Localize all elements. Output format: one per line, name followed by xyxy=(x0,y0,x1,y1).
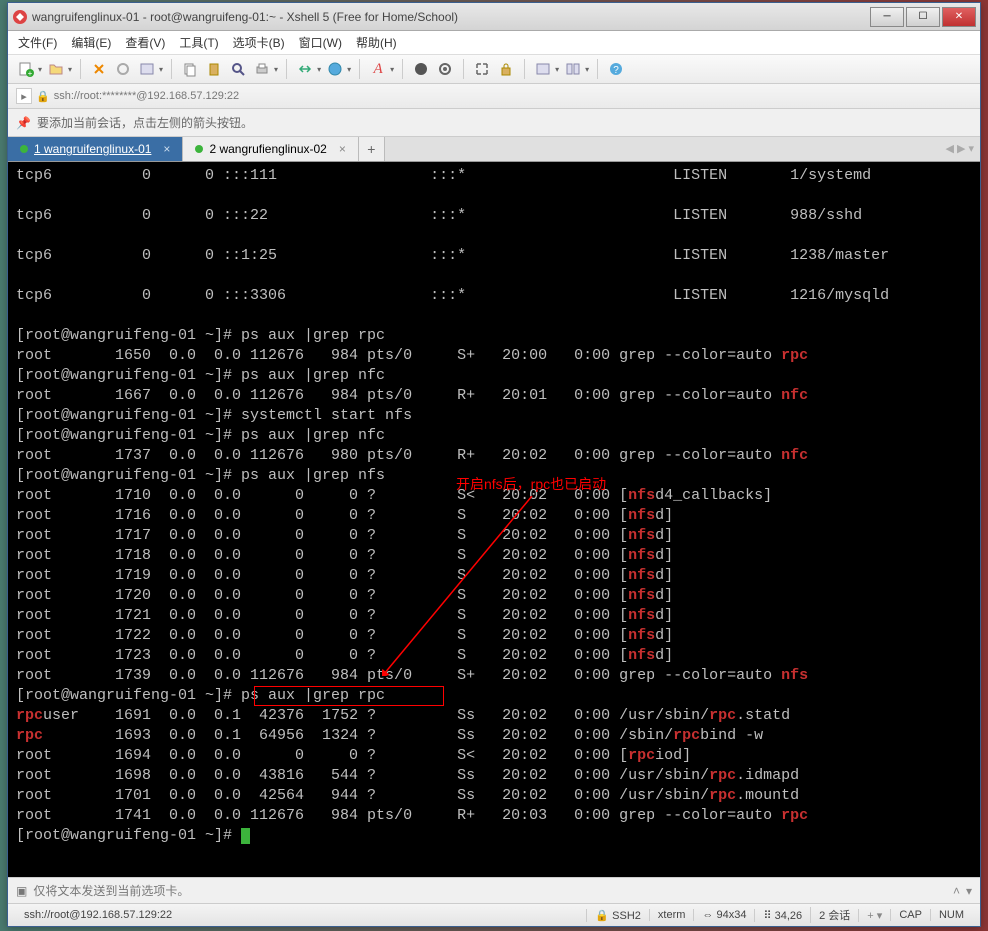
tile-icon[interactable] xyxy=(563,59,583,79)
paste-icon[interactable] xyxy=(204,59,224,79)
annotation-text: 开启nfs后，rpc也已启动 xyxy=(456,474,606,494)
annotation-arrow xyxy=(382,496,552,676)
tab-label: 1 wangruifenglinux-01 xyxy=(34,142,151,156)
annotation-box xyxy=(254,686,444,706)
status-term: xterm xyxy=(649,909,694,921)
menu-help[interactable]: 帮助(H) xyxy=(356,34,397,51)
transfer-icon[interactable] xyxy=(295,59,315,79)
status-sessions: 2 会话 xyxy=(810,907,858,923)
compose-bar[interactable]: ▣ 仅将文本发送到当前选项卡。 ˄ ▾ xyxy=(8,877,980,903)
dropdown-arrow-icon[interactable]: ▾ xyxy=(38,65,42,74)
maximize-button[interactable]: ☐ xyxy=(906,7,940,27)
tab-session-2[interactable]: 2 wangrufienglinux-02 × xyxy=(183,137,358,161)
reconnect-icon[interactable] xyxy=(89,59,109,79)
menu-tools[interactable]: 工具(T) xyxy=(179,34,218,51)
addressbar-text: ssh://root:********@192.168.57.129:22 xyxy=(54,90,239,102)
status-dot-icon xyxy=(20,145,28,153)
chevron-up-icon[interactable]: ˄ xyxy=(953,884,960,898)
menubar: 文件(F) 编辑(E) 查看(V) 工具(T) 选项卡(B) 窗口(W) 帮助(… xyxy=(8,31,980,55)
terminal[interactable]: tcp6 0 0 :::111 :::* LISTEN 1/systemd tc… xyxy=(8,162,980,877)
fullscreen-icon[interactable] xyxy=(472,59,492,79)
svg-text:?: ? xyxy=(613,65,619,76)
status-plus[interactable]: + ▾ xyxy=(858,909,890,922)
addressbar-add-icon[interactable]: ▸ xyxy=(16,88,32,104)
hintbar: 📌 要添加当前会话，点击左侧的箭头按钮。 xyxy=(8,109,980,137)
minimize-button[interactable]: ─ xyxy=(870,7,904,27)
close-icon[interactable]: × xyxy=(163,142,170,156)
new-session-icon[interactable]: + xyxy=(16,59,36,79)
tab-session-1[interactable]: 1 wangruifenglinux-01 × xyxy=(8,137,183,161)
pin-icon[interactable]: 📌 xyxy=(16,116,31,130)
dropdown-arrow-icon[interactable]: ▾ xyxy=(347,65,351,74)
app-icon xyxy=(12,9,28,25)
dropdown-arrow-icon[interactable]: ▾ xyxy=(274,65,278,74)
dropdown-arrow-icon[interactable]: ▾ xyxy=(159,65,163,74)
window-title: wangruifenglinux-01 - root@wangruifeng-0… xyxy=(32,10,868,24)
close-icon[interactable]: × xyxy=(339,142,346,156)
status-size: ⇔ 94x34 xyxy=(693,909,754,921)
find-icon[interactable] xyxy=(228,59,248,79)
dropdown-arrow-icon[interactable]: ▾ xyxy=(390,65,394,74)
open-icon[interactable] xyxy=(46,59,66,79)
dropdown-arrow-icon[interactable]: ▾ xyxy=(555,65,559,74)
menu-file[interactable]: 文件(F) xyxy=(18,34,57,51)
status-num: NUM xyxy=(930,909,972,921)
dropdown-arrow-icon[interactable]: ▾ xyxy=(317,65,321,74)
menu-window[interactable]: 窗口(W) xyxy=(299,34,342,51)
send-icon[interactable]: ▣ xyxy=(16,884,27,898)
addressbar[interactable]: ▸ 🔒 ssh://root:********@192.168.57.129:2… xyxy=(8,84,980,109)
status-connection: ssh://root@192.168.57.129:22 xyxy=(16,909,586,921)
layout-icon[interactable] xyxy=(533,59,553,79)
toolbar: +▾ ▾ ▾ ▾ ▾ ▾ A▾ ▾ ▾ xyxy=(8,55,980,84)
titlebar[interactable]: wangruifenglinux-01 - root@wangruifeng-0… xyxy=(8,3,980,31)
copy-icon[interactable] xyxy=(180,59,200,79)
tab-strip: 1 wangruifenglinux-01 × 2 wangrufienglin… xyxy=(8,137,980,162)
help-icon[interactable]: ? xyxy=(606,59,626,79)
close-button[interactable]: ✕ xyxy=(942,7,976,27)
menu-view[interactable]: 查看(V) xyxy=(125,34,165,51)
script-icon[interactable] xyxy=(411,59,431,79)
lock-icon: 🔒 xyxy=(36,90,50,103)
statusbar: ssh://root@192.168.57.129:22 🔒 SSH2 xter… xyxy=(8,903,980,926)
gear-icon[interactable] xyxy=(435,59,455,79)
status-ssh: 🔒 SSH2 xyxy=(586,909,649,922)
compose-hint: 仅将文本发送到当前选项卡。 xyxy=(33,882,189,899)
app-window: wangruifenglinux-01 - root@wangruifeng-0… xyxy=(7,2,981,927)
status-cap: CAP xyxy=(890,909,930,921)
globe-icon[interactable] xyxy=(325,59,345,79)
dropdown-arrow-icon[interactable]: ▾ xyxy=(68,65,72,74)
lock-icon[interactable] xyxy=(496,59,516,79)
dropdown-arrow-icon[interactable]: ▾ xyxy=(585,65,589,74)
menu-edit[interactable]: 编辑(E) xyxy=(71,34,111,51)
status-dot-icon xyxy=(195,145,203,153)
properties-icon[interactable] xyxy=(137,59,157,79)
tab-nav[interactable]: ◀ ▶ ▾ xyxy=(945,142,974,155)
menu-tabs[interactable]: 选项卡(B) xyxy=(233,34,285,51)
font-icon[interactable]: A xyxy=(368,59,388,79)
print-icon[interactable] xyxy=(252,59,272,79)
status-pos: ⠿ 34,26 xyxy=(754,909,810,922)
disconnect-icon[interactable] xyxy=(113,59,133,79)
tab-label: 2 wangrufienglinux-02 xyxy=(209,142,326,156)
hint-text: 要添加当前会话，点击左侧的箭头按钮。 xyxy=(37,114,253,131)
chevron-down-icon[interactable]: ▾ xyxy=(966,884,972,898)
svg-text:+: + xyxy=(28,69,33,77)
add-tab-button[interactable]: + xyxy=(359,137,385,161)
